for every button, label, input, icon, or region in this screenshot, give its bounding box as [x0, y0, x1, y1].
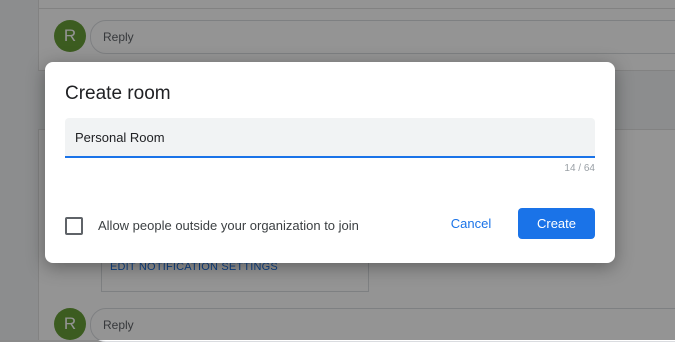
allow-external-label[interactable]: Allow people outside your organization t… [98, 218, 359, 233]
character-count: 14 / 64 [564, 163, 595, 174]
create-room-dialog: Create room 14 / 64 Allow people outside… [45, 62, 615, 263]
create-button[interactable]: Create [518, 208, 595, 239]
cancel-button[interactable]: Cancel [438, 208, 504, 239]
dialog-title: Create room [65, 83, 171, 104]
room-name-field [65, 118, 595, 158]
room-name-input[interactable] [65, 118, 595, 156]
allow-external-checkbox[interactable] [65, 217, 83, 235]
